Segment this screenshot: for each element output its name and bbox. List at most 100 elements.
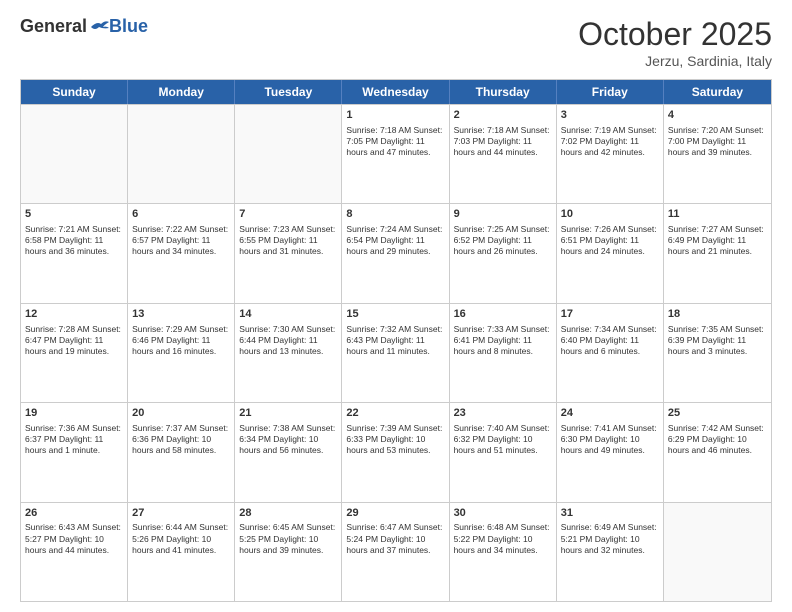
calendar-row-2: 5 Sunrise: 7:21 AM Sunset: 6:58 PM Daylig… [21, 203, 771, 302]
cell-info: Sunrise: 7:26 AM Sunset: 6:51 PM Dayligh… [561, 224, 659, 257]
header-saturday: Saturday [664, 80, 771, 104]
day-number: 28 [239, 506, 337, 521]
calendar-cell: 11 Sunrise: 7:27 AM Sunset: 6:49 PM Dayli… [664, 204, 771, 302]
logo: General Blue [20, 16, 148, 37]
calendar-cell: 30Sunrise: 6:48 AM Sunset: 5:22 PM Dayli… [450, 503, 557, 601]
calendar-cell: 2Sunrise: 7:18 AM Sunset: 7:03 PM Daylig… [450, 105, 557, 203]
day-number: 31 [561, 506, 659, 521]
cell-info: Sunrise: 6:47 AM Sunset: 5:24 PM Dayligh… [346, 522, 444, 555]
calendar-cell: 7 Sunrise: 7:23 AM Sunset: 6:55 PM Daylig… [235, 204, 342, 302]
cell-info: Sunrise: 7:18 AM Sunset: 7:03 PM Dayligh… [454, 125, 552, 158]
calendar: Sunday Monday Tuesday Wednesday Thursday… [20, 79, 772, 602]
cell-info: Sunrise: 7:25 AM Sunset: 6:52 PM Dayligh… [454, 224, 552, 257]
header-friday: Friday [557, 80, 664, 104]
day-number: 14 [239, 307, 337, 322]
cell-info: Sunrise: 6:43 AM Sunset: 5:27 PM Dayligh… [25, 522, 123, 555]
calendar-row-5: 26Sunrise: 6:43 AM Sunset: 5:27 PM Dayli… [21, 502, 771, 601]
calendar-row-4: 19Sunrise: 7:36 AM Sunset: 6:37 PM Dayli… [21, 402, 771, 501]
calendar-cell: 18Sunrise: 7:35 AM Sunset: 6:39 PM Dayli… [664, 304, 771, 402]
calendar-cell: 6 Sunrise: 7:22 AM Sunset: 6:57 PM Daylig… [128, 204, 235, 302]
day-number: 13 [132, 307, 230, 322]
logo-blue-text: Blue [109, 16, 148, 37]
title-block: October 2025 Jerzu, Sardinia, Italy [578, 16, 772, 69]
cell-info: Sunrise: 7:23 AM Sunset: 6:55 PM Dayligh… [239, 224, 337, 257]
calendar-cell: 21 Sunrise: 7:38 AM Sunset: 6:34 PM Dayli… [235, 403, 342, 501]
day-number: 11 [668, 207, 767, 222]
day-number: 26 [25, 506, 123, 521]
logo-general-text: General [20, 16, 87, 37]
calendar-body: 1 Sunrise: 7:18 AM Sunset: 7:05 PM Daylig… [21, 104, 771, 601]
calendar-cell: 13 Sunrise: 7:29 AM Sunset: 6:46 PM Dayli… [128, 304, 235, 402]
day-number: 21 [239, 406, 337, 421]
day-number: 30 [454, 506, 552, 521]
day-number: 20 [132, 406, 230, 421]
calendar-cell [235, 105, 342, 203]
calendar-cell: 19Sunrise: 7:36 AM Sunset: 6:37 PM Dayli… [21, 403, 128, 501]
day-number: 10 [561, 207, 659, 222]
cell-info: Sunrise: 7:41 AM Sunset: 6:30 PM Dayligh… [561, 423, 659, 456]
calendar-cell: 15Sunrise: 7:32 AM Sunset: 6:43 PM Dayli… [342, 304, 449, 402]
cell-info: Sunrise: 7:42 AM Sunset: 6:29 PM Dayligh… [668, 423, 767, 456]
cell-info: Sunrise: 7:27 AM Sunset: 6:49 PM Dayligh… [668, 224, 767, 257]
day-number: 15 [346, 307, 444, 322]
day-number: 25 [668, 406, 767, 421]
calendar-cell: 24 Sunrise: 7:41 AM Sunset: 6:30 PM Dayli… [557, 403, 664, 501]
cell-info: Sunrise: 7:38 AM Sunset: 6:34 PM Dayligh… [239, 423, 337, 456]
calendar-cell: 9 Sunrise: 7:25 AM Sunset: 6:52 PM Daylig… [450, 204, 557, 302]
cell-info: Sunrise: 7:34 AM Sunset: 6:40 PM Dayligh… [561, 324, 659, 357]
day-number: 3 [561, 108, 659, 123]
cell-info: Sunrise: 7:35 AM Sunset: 6:39 PM Dayligh… [668, 324, 767, 357]
cell-info: Sunrise: 7:29 AM Sunset: 6:46 PM Dayligh… [132, 324, 230, 357]
day-number: 8 [346, 207, 444, 222]
day-number: 22 [346, 406, 444, 421]
page: General Blue October 2025 Jerzu, Sardini… [0, 0, 792, 612]
calendar-cell: 4Sunrise: 7:20 AM Sunset: 7:00 PM Daylig… [664, 105, 771, 203]
header-sunday: Sunday [21, 80, 128, 104]
day-number: 5 [25, 207, 123, 222]
calendar-cell: 5 Sunrise: 7:21 AM Sunset: 6:58 PM Daylig… [21, 204, 128, 302]
header: General Blue October 2025 Jerzu, Sardini… [20, 16, 772, 69]
calendar-cell: 16Sunrise: 7:33 AM Sunset: 6:41 PM Dayli… [450, 304, 557, 402]
calendar-cell: 17Sunrise: 7:34 AM Sunset: 6:40 PM Dayli… [557, 304, 664, 402]
calendar-cell: 25 Sunrise: 7:42 AM Sunset: 6:29 PM Dayli… [664, 403, 771, 501]
cell-info: Sunrise: 7:20 AM Sunset: 7:00 PM Dayligh… [668, 125, 767, 158]
calendar-cell [128, 105, 235, 203]
day-number: 27 [132, 506, 230, 521]
day-number: 6 [132, 207, 230, 222]
cell-info: Sunrise: 7:21 AM Sunset: 6:58 PM Dayligh… [25, 224, 123, 257]
day-number: 23 [454, 406, 552, 421]
calendar-cell: 20Sunrise: 7:37 AM Sunset: 6:36 PM Dayli… [128, 403, 235, 501]
calendar-cell: 23Sunrise: 7:40 AM Sunset: 6:32 PM Dayli… [450, 403, 557, 501]
calendar-cell: 1 Sunrise: 7:18 AM Sunset: 7:05 PM Daylig… [342, 105, 449, 203]
cell-info: Sunrise: 6:49 AM Sunset: 5:21 PM Dayligh… [561, 522, 659, 555]
cell-info: Sunrise: 7:22 AM Sunset: 6:57 PM Dayligh… [132, 224, 230, 257]
calendar-cell: 10 Sunrise: 7:26 AM Sunset: 6:51 PM Dayli… [557, 204, 664, 302]
day-number: 1 [346, 108, 444, 123]
day-number: 24 [561, 406, 659, 421]
header-tuesday: Tuesday [235, 80, 342, 104]
cell-info: Sunrise: 7:30 AM Sunset: 6:44 PM Dayligh… [239, 324, 337, 357]
month-title: October 2025 [578, 16, 772, 53]
day-number: 12 [25, 307, 123, 322]
calendar-cell: 3 Sunrise: 7:19 AM Sunset: 7:02 PM Daylig… [557, 105, 664, 203]
cell-info: Sunrise: 7:33 AM Sunset: 6:41 PM Dayligh… [454, 324, 552, 357]
calendar-row-3: 12Sunrise: 7:28 AM Sunset: 6:47 PM Dayli… [21, 303, 771, 402]
header-thursday: Thursday [450, 80, 557, 104]
cell-info: Sunrise: 7:24 AM Sunset: 6:54 PM Dayligh… [346, 224, 444, 257]
calendar-cell: 31Sunrise: 6:49 AM Sunset: 5:21 PM Dayli… [557, 503, 664, 601]
logo-bird-icon [89, 19, 109, 35]
cell-info: Sunrise: 7:19 AM Sunset: 7:02 PM Dayligh… [561, 125, 659, 158]
calendar-cell [21, 105, 128, 203]
day-number: 9 [454, 207, 552, 222]
calendar-cell: 22 Sunrise: 7:39 AM Sunset: 6:33 PM Dayli… [342, 403, 449, 501]
cell-info: Sunrise: 6:44 AM Sunset: 5:26 PM Dayligh… [132, 522, 230, 555]
cell-info: Sunrise: 7:39 AM Sunset: 6:33 PM Dayligh… [346, 423, 444, 456]
calendar-cell: 26Sunrise: 6:43 AM Sunset: 5:27 PM Dayli… [21, 503, 128, 601]
calendar-cell: 29Sunrise: 6:47 AM Sunset: 5:24 PM Dayli… [342, 503, 449, 601]
cell-info: Sunrise: 7:18 AM Sunset: 7:05 PM Dayligh… [346, 125, 444, 158]
location: Jerzu, Sardinia, Italy [578, 53, 772, 69]
cell-info: Sunrise: 6:48 AM Sunset: 5:22 PM Dayligh… [454, 522, 552, 555]
day-number: 7 [239, 207, 337, 222]
calendar-cell: 12Sunrise: 7:28 AM Sunset: 6:47 PM Dayli… [21, 304, 128, 402]
calendar-cell: 14 Sunrise: 7:30 AM Sunset: 6:44 PM Dayli… [235, 304, 342, 402]
